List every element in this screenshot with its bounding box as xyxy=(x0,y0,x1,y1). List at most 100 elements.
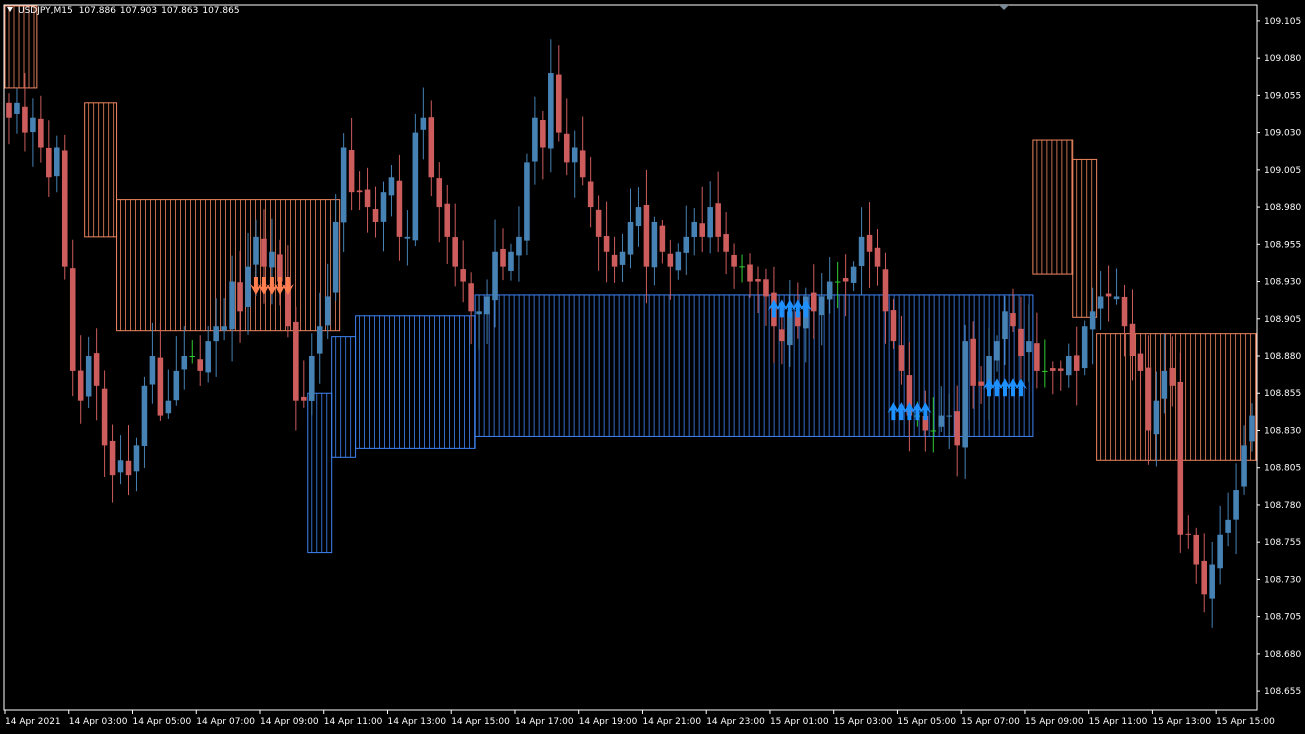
candle-body xyxy=(755,279,761,282)
x-tick-label: 15 Apr 09:00 xyxy=(1025,717,1084,727)
y-tick-label: 109.005 xyxy=(1264,166,1301,176)
candle-body xyxy=(731,254,737,267)
candle-body xyxy=(691,221,698,237)
y-tick-label: 108.655 xyxy=(1264,687,1301,697)
candle-body xyxy=(540,120,546,148)
candle-body xyxy=(1185,533,1192,535)
candle-body xyxy=(571,147,578,163)
candle-body xyxy=(1002,311,1008,340)
x-tick-label: 14 Apr 21:00 xyxy=(642,717,701,727)
y-tick-label: 108.805 xyxy=(1264,464,1301,474)
candle-body xyxy=(1018,328,1024,357)
ohlc-low: 107.863 xyxy=(161,6,199,16)
candle-body xyxy=(1097,296,1104,309)
candle-body xyxy=(723,234,729,252)
candle-body xyxy=(396,180,403,237)
chart-menu-triangle-icon[interactable] xyxy=(7,7,13,12)
x-tick-label: 15 Apr 05:00 xyxy=(897,717,956,727)
candle-body xyxy=(1034,343,1040,371)
candle-body xyxy=(715,203,721,237)
ohlc-close: 107.865 xyxy=(202,6,240,16)
candle-body xyxy=(707,207,713,238)
candle-body xyxy=(85,356,92,397)
candle-body xyxy=(332,221,339,293)
candle-body xyxy=(221,326,227,331)
candle-body xyxy=(253,236,259,265)
candle-body xyxy=(22,106,28,133)
buy-signal-icon xyxy=(983,378,1028,397)
candle-body xyxy=(77,370,84,401)
candle-body xyxy=(404,236,411,239)
candle-body xyxy=(301,396,307,401)
candle xyxy=(1177,352,1184,553)
candle-body xyxy=(532,117,538,162)
candle-body xyxy=(579,150,586,178)
y-tick-label: 108.880 xyxy=(1264,352,1301,362)
candle-body xyxy=(866,234,873,252)
chart-background xyxy=(0,0,1305,734)
candle-body xyxy=(125,460,132,476)
candle-body xyxy=(308,356,315,401)
x-tick-label: 15 Apr 11:00 xyxy=(1089,717,1148,727)
candle-body xyxy=(946,415,953,417)
candle-body xyxy=(739,266,745,268)
candle-body xyxy=(524,162,530,241)
candle-body xyxy=(1057,368,1064,371)
candle-body xyxy=(619,251,626,265)
candle-body xyxy=(101,388,108,446)
x-tick-label: 14 Apr 23:00 xyxy=(706,717,765,727)
candle-body xyxy=(763,279,769,297)
candle-body xyxy=(826,281,833,300)
candle-body xyxy=(834,281,841,283)
candle-body xyxy=(364,189,371,208)
x-tick-label: 14 Apr 11:00 xyxy=(324,717,383,727)
candle-body xyxy=(356,190,363,193)
candle-body xyxy=(970,338,976,386)
candle-body xyxy=(627,221,634,255)
candle-body xyxy=(779,329,785,342)
candle-body xyxy=(1129,323,1136,357)
candle-body xyxy=(659,225,666,252)
candle-body xyxy=(1217,534,1223,569)
candle-body xyxy=(269,251,275,268)
price-chart[interactable]: 109.105 109.080 109.055 109.030 109.005 108.9… xyxy=(0,0,1305,734)
y-tick-label: 108.705 xyxy=(1264,613,1301,623)
y-tick-label: 109.080 xyxy=(1264,54,1301,64)
candle-body xyxy=(476,311,482,315)
x-tick-label: 14 Apr 13:00 xyxy=(387,717,446,727)
candle-body xyxy=(1161,370,1168,399)
candle-body xyxy=(46,147,52,178)
candle-body xyxy=(1153,400,1160,435)
x-tick-label: 15 Apr 03:00 xyxy=(834,717,893,727)
candle-body xyxy=(1010,313,1016,327)
candle-body xyxy=(683,236,690,253)
candle-body xyxy=(1177,381,1184,535)
candle-body xyxy=(643,204,650,267)
ohlc-high: 107.903 xyxy=(119,6,158,16)
candle xyxy=(524,153,530,256)
candle-body xyxy=(587,181,594,208)
candle-body xyxy=(261,238,267,267)
candle-body xyxy=(340,147,347,223)
candle-body xyxy=(1105,293,1112,297)
y-tick-label: 108.730 xyxy=(1264,575,1301,585)
candle-body xyxy=(93,353,100,386)
candle-body xyxy=(1050,368,1056,371)
candle-body xyxy=(117,460,124,473)
y-tick-label: 108.930 xyxy=(1264,278,1301,288)
x-tick-label: 15 Apr 01:00 xyxy=(770,717,829,727)
candle-body xyxy=(6,102,12,118)
candle-body xyxy=(555,74,562,133)
x-tick-label: 14 Apr 17:00 xyxy=(515,717,574,727)
x-tick-label: 14 Apr 2021 xyxy=(5,717,61,727)
candle-body xyxy=(460,269,466,282)
candle-body xyxy=(197,359,204,371)
candle-body xyxy=(372,209,379,222)
candle-body xyxy=(189,356,196,358)
candle-body xyxy=(38,118,44,148)
y-tick-label: 108.755 xyxy=(1264,538,1301,548)
y-tick-label: 108.780 xyxy=(1264,501,1301,511)
candle-body xyxy=(484,296,490,315)
candle-body xyxy=(595,209,602,237)
candle-body xyxy=(380,192,387,222)
